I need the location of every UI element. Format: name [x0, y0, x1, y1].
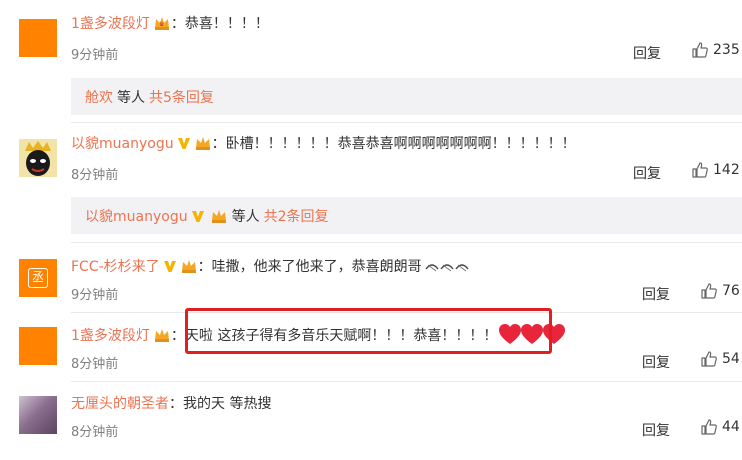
member-crown-icon [153, 327, 171, 343]
member-crown-icon [180, 258, 198, 274]
red-highlight-box [185, 308, 552, 354]
comment-text: ：卧槽！！！！！！恭喜恭喜啊啊啊啊啊啊啊！！！！！！ [211, 136, 576, 152]
like-count: 235 [713, 42, 740, 58]
username-link[interactable]: 无厘头的朝圣者 [71, 393, 169, 413]
emoji-icon [424, 259, 472, 273]
subreply-user[interactable]: 舱欢 [85, 87, 113, 107]
comment-time: 8分钟前 [71, 425, 119, 440]
avatar[interactable]: 丞 [19, 259, 57, 297]
comment-text: ：我的天 等热搜 [169, 396, 272, 412]
subreply-bar[interactable]: 以貌muanyogu 等人 共2条回复 [71, 197, 742, 234]
member-crown-icon: ♛ [153, 15, 171, 31]
divider [71, 242, 742, 243]
like-button[interactable]: 44 [700, 418, 740, 436]
avatar[interactable] [19, 139, 57, 177]
v-verified-icon [177, 136, 191, 150]
comment-line: 以貌muanyogu ：卧槽！！！！！！恭喜恭喜啊啊啊啊啊啊啊！！！！！！ [71, 133, 576, 153]
member-crown-icon [210, 208, 228, 224]
avatar[interactable] [19, 327, 57, 365]
thumbs-up-icon [701, 351, 717, 367]
divider [71, 381, 742, 382]
subreply-bar[interactable]: 舱欢 等人 共5条回复 [71, 78, 742, 115]
v-verified-icon [163, 259, 177, 273]
subreply-count-link[interactable]: 共2条回复 [264, 206, 329, 226]
like-button[interactable]: 76 [700, 282, 740, 300]
reply-button[interactable]: 回复 [642, 420, 670, 440]
thumbs-up-icon [692, 42, 708, 58]
subreply-count-link[interactable]: 共5条回复 [149, 87, 214, 107]
reply-button[interactable]: 回复 [633, 163, 661, 183]
subreply-text: 等人 [117, 89, 145, 106]
like-count: 76 [722, 283, 740, 299]
username-link[interactable]: 1盏多波段灯 [71, 13, 150, 33]
thumbs-up-icon [701, 419, 717, 435]
v-verified-icon [191, 209, 205, 223]
like-count: 54 [722, 351, 740, 367]
mask-avatar-icon [19, 139, 57, 177]
comment-line: 1盏多波段灯 ♛ ：恭喜！！！！ [71, 13, 269, 33]
comment-time: 8分钟前 [71, 168, 119, 183]
username-link[interactable]: FCC-杉杉来了 [71, 256, 160, 276]
divider [71, 122, 742, 123]
comment-time: 8分钟前 [71, 357, 119, 372]
username-link[interactable]: 以貌muanyogu [71, 133, 174, 153]
avatar[interactable] [19, 19, 57, 57]
reply-button[interactable]: 回复 [642, 352, 670, 372]
member-crown-icon [194, 135, 212, 151]
thumbs-up-icon [701, 283, 717, 299]
comment-time: 9分钟前 [71, 288, 119, 303]
reply-button[interactable]: 回复 [633, 43, 661, 63]
subreply-user[interactable]: 以貌muanyogu [85, 206, 188, 226]
comment-line: 无厘头的朝圣者 ：我的天 等热搜 [71, 393, 271, 413]
like-count: 44 [722, 419, 740, 435]
like-button[interactable]: 54 [700, 350, 740, 368]
comment-time: 9分钟前 [71, 48, 119, 63]
comment-line: FCC-杉杉来了 ：哇撒，他来了他来了，恭喜朗朗哥 [71, 256, 472, 276]
username-link[interactable]: 1盏多波段灯 [71, 325, 150, 345]
comment-text: ：恭喜！！！！ [170, 16, 269, 32]
subreply-text: 等人 [231, 208, 260, 225]
thumbs-up-icon [692, 162, 708, 178]
like-button[interactable]: 142 [691, 161, 740, 179]
comment-text: ：哇撒，他来了他来了，恭喜朗朗哥 [197, 259, 422, 275]
svg-text:♛: ♛ [159, 21, 164, 28]
fcc-logo-icon: 丞 [28, 268, 48, 288]
like-button[interactable]: 235 [691, 41, 740, 59]
avatar[interactable] [19, 396, 57, 434]
reply-button[interactable]: 回复 [642, 284, 670, 304]
like-count: 142 [713, 162, 740, 178]
